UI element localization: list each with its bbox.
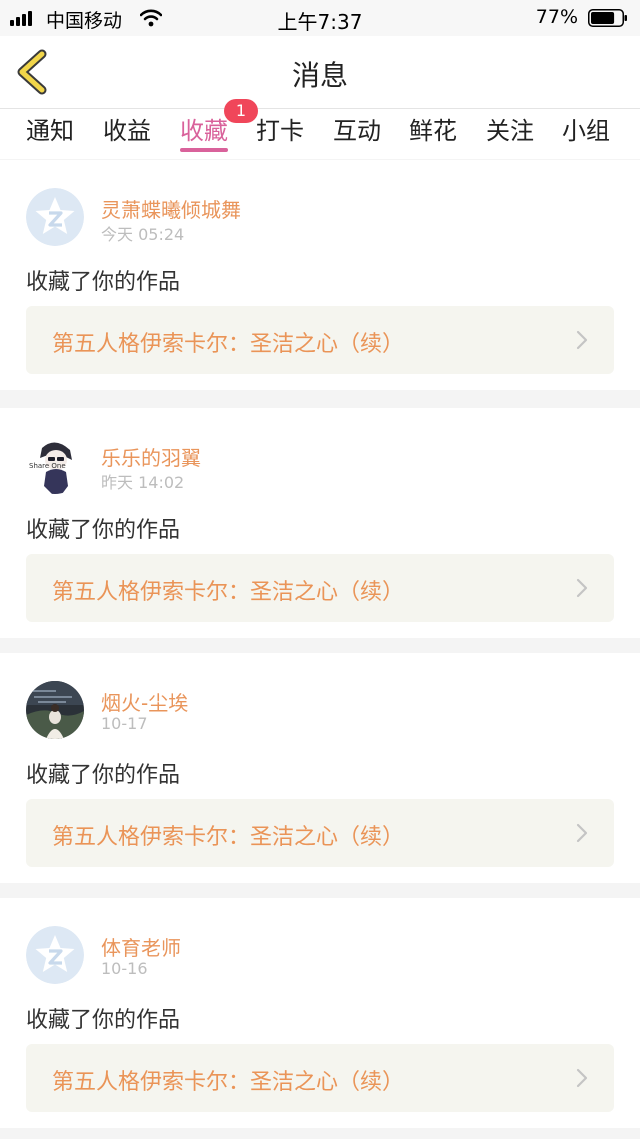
tab-label: 互动 [333, 117, 381, 145]
user-name[interactable]: 体育老师 [101, 932, 181, 961]
tab-groups[interactable]: 小组 [562, 117, 610, 153]
work-link[interactable]: 第五人格伊索卡尔：圣洁之心（续） [26, 1044, 614, 1112]
chevron-right-icon [576, 578, 588, 598]
work-link[interactable]: 第五人格伊索卡尔：圣洁之心（续） [26, 554, 614, 622]
battery-icon [588, 9, 627, 27]
photo-avatar-icon [26, 681, 84, 739]
action-text: 收藏了你的作品 [26, 763, 181, 788]
tab-interaction[interactable]: 互动 [333, 117, 381, 153]
tab-earnings[interactable]: 收益 [103, 117, 151, 153]
tab-flowers[interactable]: 鲜花 [409, 117, 457, 153]
anime-avatar-icon: Share One [26, 436, 84, 494]
avatar[interactable] [26, 926, 84, 984]
avatar[interactable] [26, 188, 84, 246]
message-card[interactable]: 灵萧蝶曦倾城舞 今天 05:24 收藏了你的作品 第五人格伊索卡尔：圣洁之心（续… [0, 160, 640, 390]
avatar[interactable] [26, 681, 84, 739]
action-text: 收藏了你的作品 [26, 518, 181, 543]
work-title: 第五人格伊索卡尔：圣洁之心（续） [52, 825, 405, 850]
tab-bar: 通知 收益 收藏 打卡 互动 鲜花 关注 小组 1 [0, 99, 640, 159]
tab-notifications[interactable]: 通知 [26, 117, 74, 153]
work-link[interactable]: 第五人格伊索卡尔：圣洁之心（续） [26, 799, 614, 867]
tab-label: 鲜花 [409, 117, 457, 145]
message-card[interactable]: 体育老师 10-16 收藏了你的作品 第五人格伊索卡尔：圣洁之心（续） [0, 898, 640, 1128]
chevron-right-icon [576, 823, 588, 843]
work-title: 第五人格伊索卡尔：圣洁之心（续） [52, 580, 405, 605]
action-text: 收藏了你的作品 [26, 270, 181, 295]
battery-percent: 77% [535, 6, 578, 28]
message-card[interactable]: Share One 乐乐的羽翼 昨天 14:02 收藏了你的作品 第五人格伊索卡… [0, 408, 640, 638]
active-tab-indicator [180, 148, 228, 152]
message-time: 10-16 [101, 959, 148, 978]
message-time: 昨天 14:02 [101, 473, 185, 492]
tab-checkin[interactable]: 打卡 [256, 117, 304, 153]
action-text: 收藏了你的作品 [26, 1008, 181, 1033]
tab-label: 收益 [103, 117, 151, 145]
tab-following[interactable]: 关注 [486, 117, 534, 153]
avatar[interactable]: Share One [26, 436, 84, 494]
message-time: 10-17 [101, 714, 148, 733]
tab-favorites[interactable]: 收藏 [180, 117, 228, 153]
avatar-caption: Share One [29, 462, 66, 470]
message-card[interactable]: 烟火-尘埃 10-17 收藏了你的作品 第五人格伊索卡尔：圣洁之心（续） [0, 653, 640, 883]
page-title: 消息 [291, 59, 348, 92]
user-name[interactable]: 乐乐的羽翼 [101, 442, 201, 471]
tab-label: 小组 [562, 117, 610, 145]
tab-label: 通知 [26, 117, 74, 145]
default-avatar-icon [26, 188, 84, 246]
tab-label: 打卡 [256, 117, 304, 145]
user-name[interactable]: 烟火-尘埃 [101, 687, 188, 716]
work-link[interactable]: 第五人格伊索卡尔：圣洁之心（续） [26, 306, 614, 374]
chevron-right-icon [576, 330, 588, 350]
status-bar: 中国移动 上午7:37 77% [0, 0, 640, 36]
message-time: 今天 05:24 [101, 225, 185, 244]
unread-badge: 1 [224, 99, 258, 123]
work-title: 第五人格伊索卡尔：圣洁之心（续） [52, 1070, 405, 1095]
default-avatar-icon [26, 926, 84, 984]
tab-label: 收藏 [180, 117, 228, 145]
user-name[interactable]: 灵萧蝶曦倾城舞 [101, 194, 241, 223]
tab-label: 关注 [486, 117, 534, 145]
chevron-right-icon [576, 1068, 588, 1088]
work-title: 第五人格伊索卡尔：圣洁之心（续） [52, 332, 405, 357]
nav-bar: 消息 [0, 36, 640, 109]
